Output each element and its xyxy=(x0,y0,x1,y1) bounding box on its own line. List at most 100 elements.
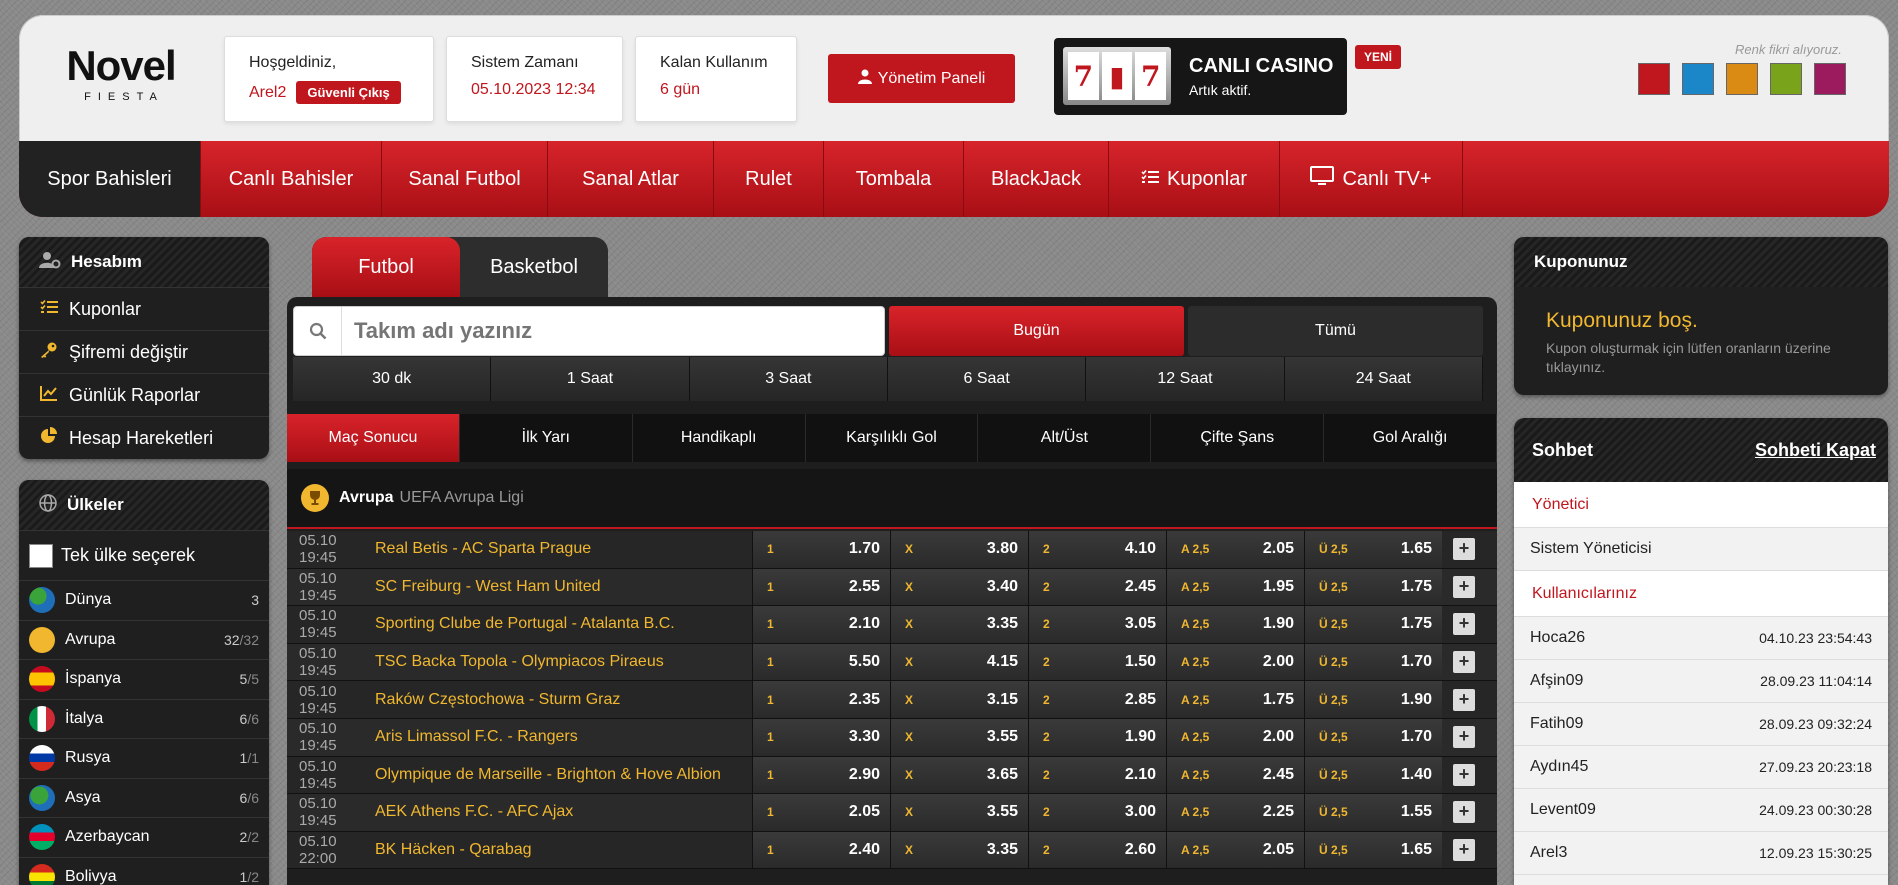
odd-button[interactable]: 1 5.50 xyxy=(752,643,890,681)
color-swatch[interactable] xyxy=(1638,63,1670,95)
chat-close-link[interactable]: Sohbeti Kapat xyxy=(1755,440,1876,461)
odd-button[interactable]: 2 3.00 xyxy=(1028,794,1166,831)
nav-item[interactable]: Sanal Futbol xyxy=(382,141,548,217)
market-tab[interactable]: Gol Aralığı xyxy=(1324,414,1497,462)
odd-button[interactable]: 1 1.70 xyxy=(752,531,890,568)
color-swatch[interactable] xyxy=(1814,63,1846,95)
odd-button[interactable]: X 3.35 xyxy=(890,606,1028,643)
match-teams[interactable]: Raków Częstochowa - Sturm Graz xyxy=(375,691,752,709)
odd-button[interactable]: X 3.40 xyxy=(890,568,1028,606)
more-odds-button[interactable]: + xyxy=(1453,801,1475,824)
odd-button[interactable]: Ü 2,5 1.90 xyxy=(1304,681,1442,718)
odd-button[interactable]: A 2,5 2.25 xyxy=(1166,794,1304,831)
odd-button[interactable]: 1 2.55 xyxy=(752,568,890,606)
single-country-checkbox[interactable] xyxy=(29,543,53,568)
odd-button[interactable]: 1 2.35 xyxy=(752,681,890,718)
filter-all-button[interactable]: Tümü xyxy=(1188,306,1483,356)
country-item[interactable]: İtalya 6/6 xyxy=(19,698,269,739)
tab-basketbol[interactable]: Basketbol xyxy=(460,237,608,297)
account-menu-item[interactable]: Kuponlar xyxy=(19,287,269,330)
country-item[interactable]: Azerbaycan 2/2 xyxy=(19,817,269,857)
odd-button[interactable]: Ü 2,5 1.65 xyxy=(1304,531,1442,568)
odd-button[interactable]: 1 2.10 xyxy=(752,606,890,643)
chat-user-item[interactable]: Hoca26 04.10.23 23:54:43 xyxy=(1514,617,1888,660)
site-logo[interactable]: Novel FIESTA xyxy=(56,45,186,104)
tab-futbol[interactable]: Futbol xyxy=(312,237,460,297)
more-odds-button[interactable]: + xyxy=(1453,651,1475,674)
time-filter-button[interactable]: 30 dk xyxy=(293,357,492,401)
match-teams[interactable]: Real Betis - AC Sparta Prague xyxy=(375,540,752,558)
odd-button[interactable]: Ü 2,5 1.65 xyxy=(1304,831,1442,869)
chat-user-item[interactable]: Durmuş0911.08.23 09:06:03 xyxy=(1514,875,1888,885)
odd-button[interactable]: X 3.65 xyxy=(890,756,1028,794)
odd-button[interactable]: Ü 2,5 1.75 xyxy=(1304,568,1442,606)
odd-button[interactable]: X 3.80 xyxy=(890,531,1028,568)
odd-button[interactable]: X 3.55 xyxy=(890,718,1028,756)
odd-button[interactable]: 2 1.50 xyxy=(1028,643,1166,681)
match-teams[interactable]: Olympique de Marseille - Brighton & Hove… xyxy=(375,766,752,784)
nav-item[interactable]: Kuponlar xyxy=(1109,141,1280,217)
nav-item[interactable]: Sanal Atlar xyxy=(548,141,714,217)
odd-button[interactable]: 2 3.05 xyxy=(1028,606,1166,643)
time-filter-button[interactable]: 6 Saat xyxy=(887,357,1087,401)
match-teams[interactable]: AEK Athens F.C. - AFC Ajax xyxy=(375,803,752,821)
nav-item[interactable]: BlackJack xyxy=(964,141,1109,217)
match-teams[interactable]: TSC Backa Topola - Olympiacos Piraeus xyxy=(375,653,752,671)
country-item[interactable]: İspanya 5/5 xyxy=(19,659,269,699)
logout-button[interactable]: Güvenli Çıkış xyxy=(296,81,401,104)
odd-button[interactable]: Ü 2,5 1.75 xyxy=(1304,606,1442,643)
more-odds-button[interactable]: + xyxy=(1453,839,1475,862)
chat-user-item[interactable]: Levent09 24.09.23 00:30:28 xyxy=(1514,789,1888,832)
account-menu-item[interactable]: Şifremi değiştir xyxy=(19,330,269,373)
odd-button[interactable]: 1 2.40 xyxy=(752,831,890,869)
market-tab[interactable]: Handikaplı xyxy=(633,414,806,462)
account-menu-item[interactable]: Günlük Raporlar xyxy=(19,373,269,416)
odd-button[interactable]: Ü 2,5 1.55 xyxy=(1304,794,1442,831)
market-tab[interactable]: Karşılıklı Gol xyxy=(806,414,979,462)
country-item[interactable]: Avrupa 32/32 xyxy=(19,619,269,660)
country-item[interactable]: Bolivya 1/2 xyxy=(19,856,269,885)
odd-button[interactable]: 1 2.90 xyxy=(752,756,890,794)
match-teams[interactable]: Aris Limassol F.C. - Rangers xyxy=(375,728,752,746)
odd-button[interactable]: A 2,5 2.00 xyxy=(1166,643,1304,681)
odd-button[interactable]: X 3.35 xyxy=(890,831,1028,869)
match-teams[interactable]: SC Freiburg - West Ham United xyxy=(375,578,752,596)
nav-item[interactable]: Spor Bahisleri xyxy=(19,141,201,217)
time-filter-button[interactable]: 1 Saat xyxy=(491,357,690,401)
color-swatch[interactable] xyxy=(1726,63,1758,95)
odd-button[interactable]: Ü 2,5 1.70 xyxy=(1304,643,1442,681)
time-filter-button[interactable]: 12 Saat xyxy=(1086,357,1285,401)
market-tab[interactable]: Alt/Üst xyxy=(978,414,1152,462)
market-tab[interactable]: Çifte Şans xyxy=(1151,414,1325,462)
odd-button[interactable]: X 4.15 xyxy=(890,643,1028,681)
country-item[interactable]: Dünya 3 xyxy=(19,580,269,620)
account-menu-item[interactable]: Hesap Hareketleri xyxy=(19,416,269,459)
more-odds-button[interactable]: + xyxy=(1453,575,1475,598)
odd-button[interactable]: A 2,5 2.45 xyxy=(1166,756,1304,794)
chat-user-item[interactable]: Arel3 12.09.23 15:30:25 xyxy=(1514,832,1888,875)
market-tab[interactable]: Maç Sonucu xyxy=(287,414,460,462)
nav-item[interactable]: Canlı TV+ xyxy=(1280,141,1463,217)
odd-button[interactable]: A 2,5 1.95 xyxy=(1166,568,1304,606)
nav-item[interactable]: Canlı Bahisler xyxy=(201,141,382,217)
country-item[interactable]: Asya 6/6 xyxy=(19,777,269,818)
filter-today-button[interactable]: Bugün xyxy=(889,306,1184,356)
chat-user-item[interactable]: Afşin09 28.09.23 11:04:14 xyxy=(1514,660,1888,703)
odd-button[interactable]: X 3.15 xyxy=(890,681,1028,718)
odd-button[interactable]: X 3.55 xyxy=(890,794,1028,831)
odd-button[interactable]: 2 2.10 xyxy=(1028,756,1166,794)
odd-button[interactable]: 2 4.10 xyxy=(1028,531,1166,568)
match-teams[interactable]: Sporting Clube de Portugal - Atalanta B.… xyxy=(375,615,752,633)
odd-button[interactable]: 2 2.85 xyxy=(1028,681,1166,718)
odd-button[interactable]: 2 2.60 xyxy=(1028,831,1166,869)
odd-button[interactable]: Ü 2,5 1.70 xyxy=(1304,718,1442,756)
more-odds-button[interactable]: + xyxy=(1453,726,1475,749)
team-search-input[interactable] xyxy=(342,318,862,344)
chat-user-item[interactable]: Aydın45 27.09.23 20:23:18 xyxy=(1514,746,1888,789)
nav-item[interactable]: Rulet xyxy=(714,141,824,217)
time-filter-button[interactable]: 24 Saat xyxy=(1284,357,1483,401)
odd-button[interactable]: A 2,5 2.05 xyxy=(1166,531,1304,568)
odd-button[interactable]: 1 2.05 xyxy=(752,794,890,831)
admin-panel-button[interactable]: Yönetim Paneli xyxy=(828,54,1015,103)
color-swatch[interactable] xyxy=(1682,63,1714,95)
